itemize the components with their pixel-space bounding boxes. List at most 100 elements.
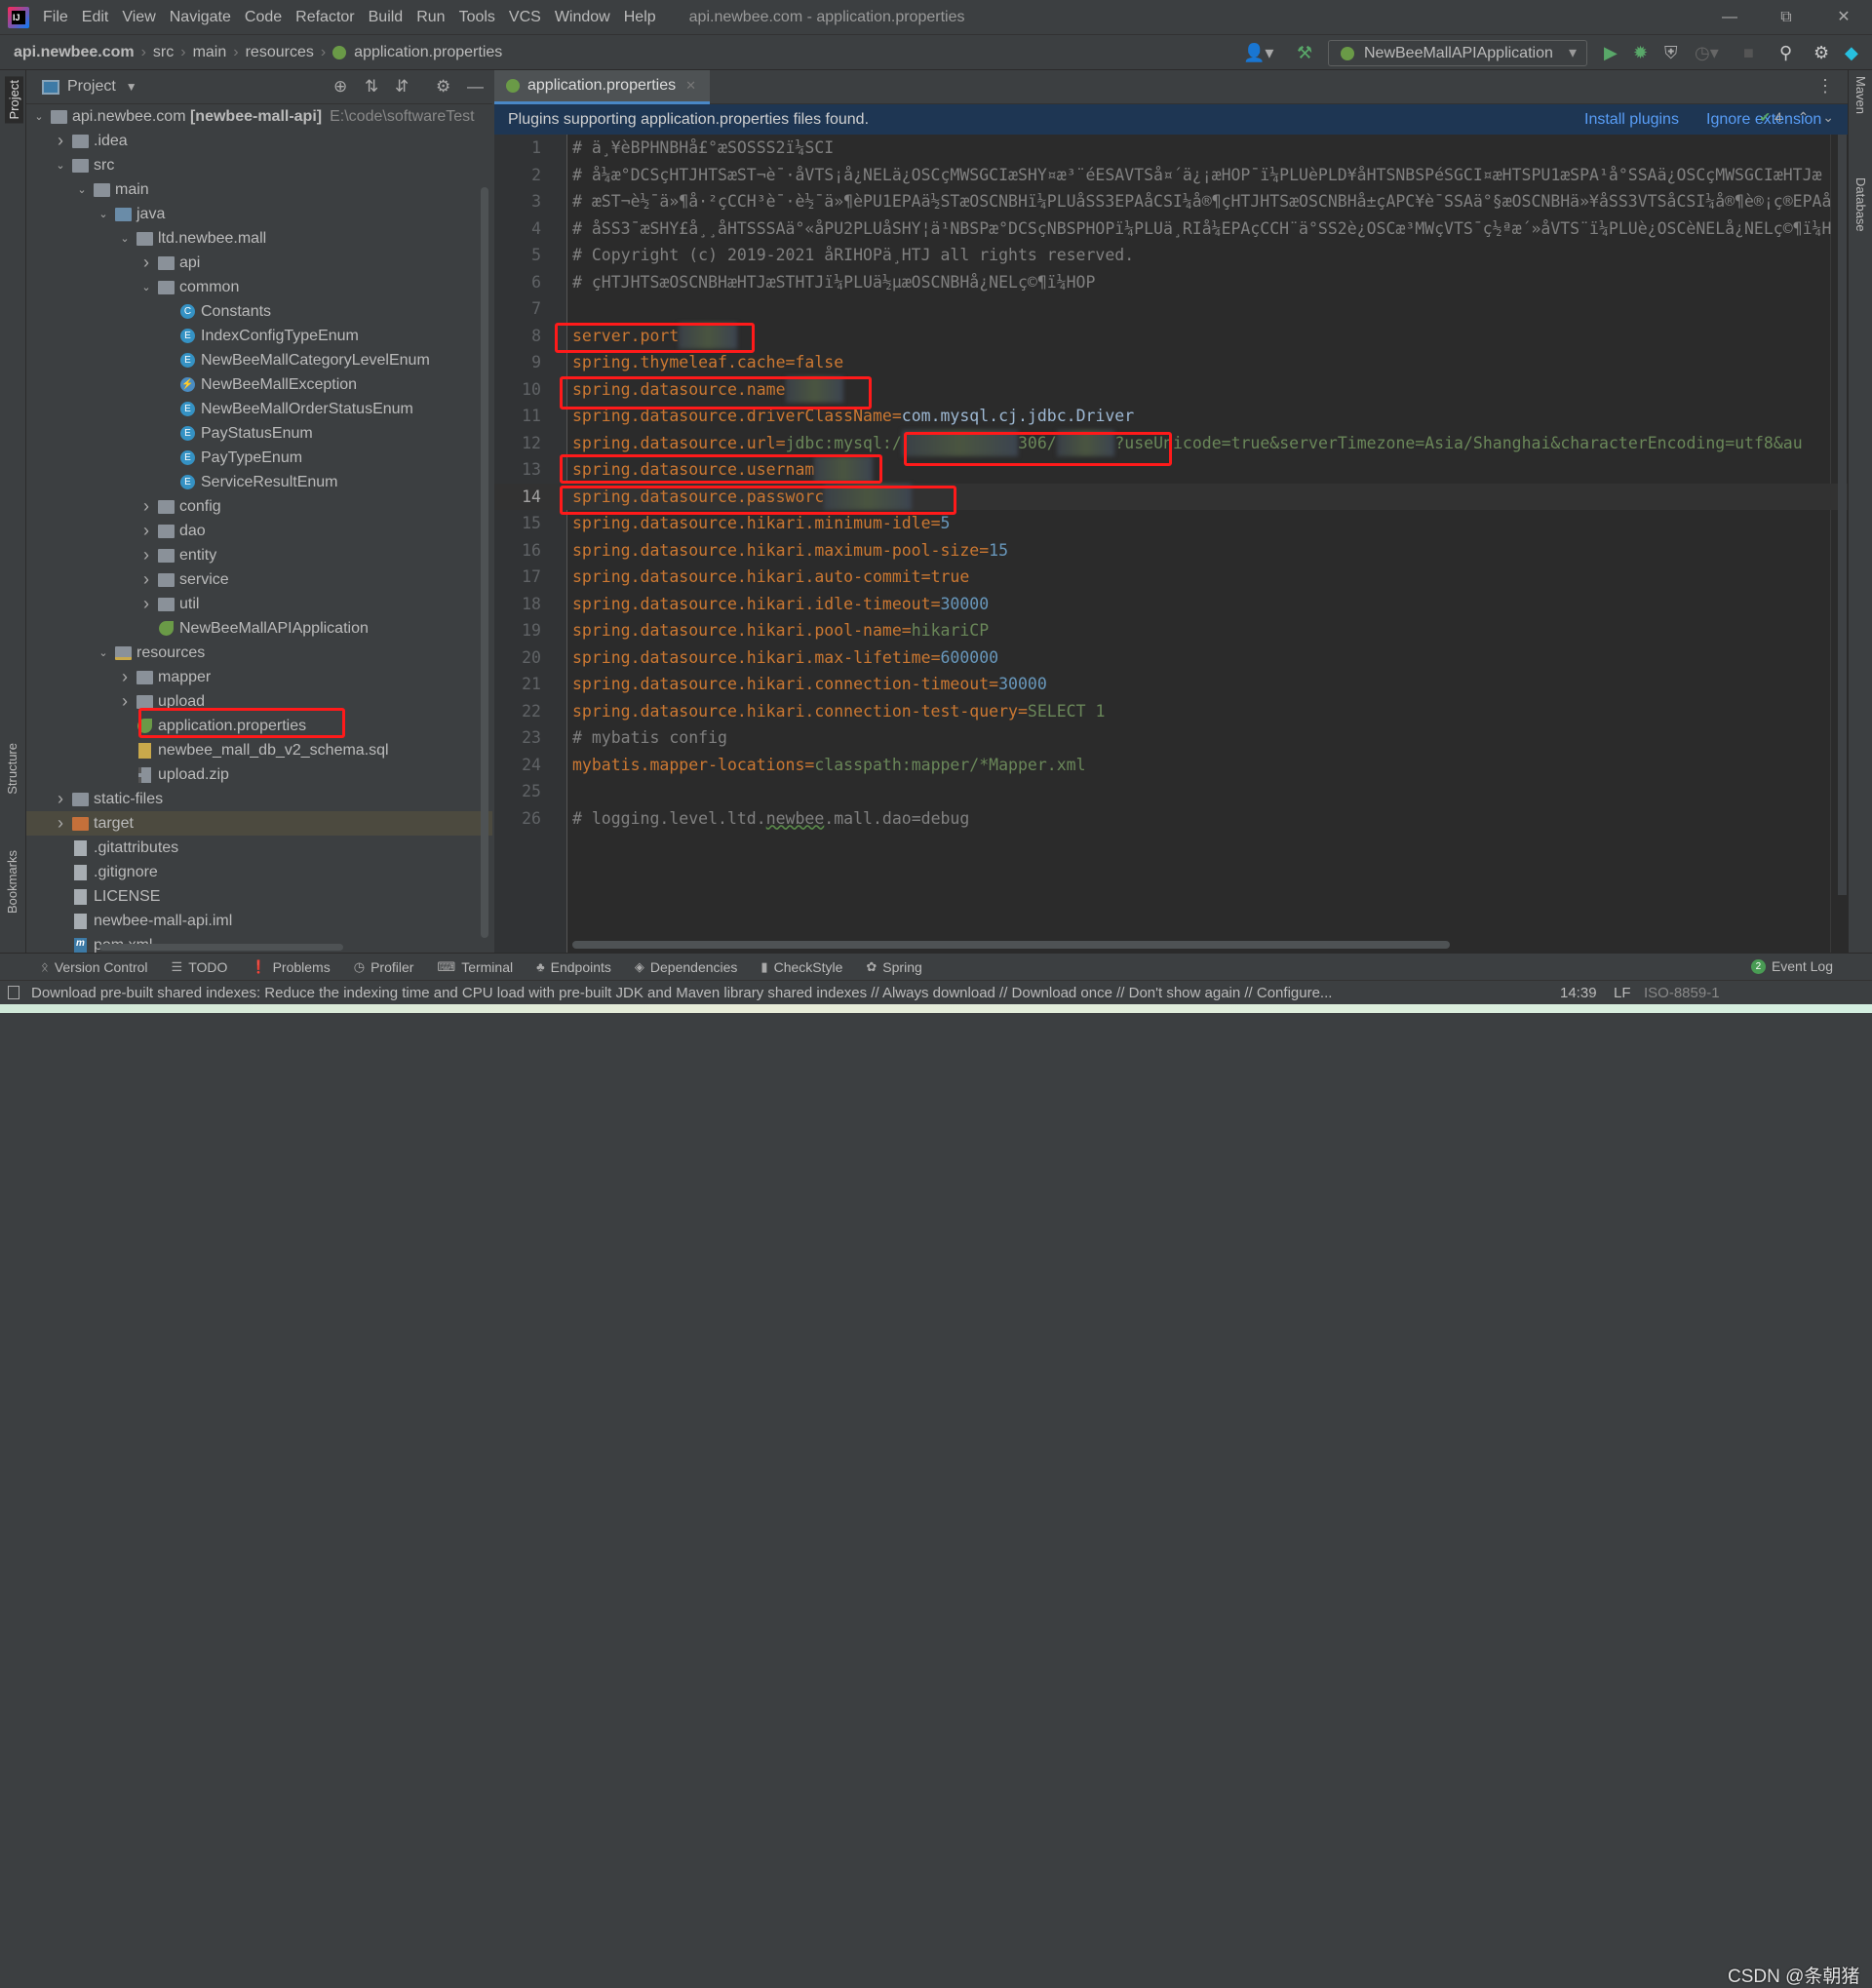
project-panel-title[interactable]: Project: [67, 78, 116, 96]
menu-vcs[interactable]: VCS: [509, 9, 541, 26]
tree-item[interactable]: › static-files: [26, 787, 492, 811]
chevron-down-icon[interactable]: ⌄: [30, 110, 48, 123]
tool-todo[interactable]: ☰ TODO: [172, 959, 228, 975]
search-icon[interactable]: ⚲: [1779, 42, 1792, 63]
breadcrumb-src[interactable]: src: [153, 44, 174, 61]
tool-endpoints[interactable]: ♣ Endpoints: [536, 959, 611, 975]
next-highlight-icon[interactable]: ⌄: [1822, 109, 1834, 125]
tool-profiler[interactable]: ◷ Profiler: [354, 959, 414, 975]
code-line[interactable]: 25: [494, 778, 1848, 805]
tree-item[interactable]: application.properties: [26, 714, 492, 738]
tree-item[interactable]: newbee_mall_db_v2_schema.sql: [26, 738, 492, 762]
breadcrumb-main[interactable]: main: [193, 44, 227, 61]
file-encoding[interactable]: ISO-8859-1: [1644, 985, 1720, 1001]
tool-spring[interactable]: ✿ Spring: [866, 959, 921, 975]
stop-icon[interactable]: ■: [1743, 42, 1754, 63]
tree-item[interactable]: .gitattributes: [26, 836, 492, 860]
breadcrumb-resources[interactable]: resources: [246, 44, 314, 61]
chevron-right-icon[interactable]: ›: [137, 521, 155, 541]
tree-item[interactable]: .gitignore: [26, 860, 492, 884]
code-line[interactable]: 3 # æST¬è½¯ä»¶å·²çCCH³è¯·è½¯ä»¶èPU1EPAä½S…: [494, 188, 1848, 215]
code-line[interactable]: 26 # logging.level.ltd.newbee.mall.dao=de…: [494, 805, 1848, 833]
tree-item[interactable]: › dao: [26, 519, 492, 543]
minimize-button[interactable]: —: [1701, 0, 1758, 34]
chevron-right-icon[interactable]: ›: [137, 569, 155, 590]
tool-version-control[interactable]: ᛟ Version Control: [41, 959, 148, 975]
tool-dependencies[interactable]: ◈ Dependencies: [635, 959, 738, 975]
tree-item[interactable]: ⌄ common: [26, 275, 492, 299]
menu-edit[interactable]: Edit: [82, 9, 109, 26]
coverage-icon[interactable]: ⛨: [1664, 42, 1678, 63]
tree-item[interactable]: E NewBeeMallOrderStatusEnum: [26, 397, 492, 421]
menu-refactor[interactable]: Refactor: [295, 9, 354, 26]
event-log-button[interactable]: 2 Event Log: [1750, 958, 1833, 974]
hide-panel-icon[interactable]: —: [467, 77, 484, 97]
code-line[interactable]: 12 spring.datasource.url=jdbc:mysql:/ 306…: [494, 429, 1848, 456]
tree-item[interactable]: E NewBeeMallCategoryLevelEnum: [26, 348, 492, 372]
menu-run[interactable]: Run: [416, 9, 445, 26]
breadcrumb-file[interactable]: application.properties: [354, 44, 502, 61]
debug-icon[interactable]: ✹: [1633, 42, 1648, 63]
chevron-down-icon[interactable]: ⌄: [73, 183, 91, 196]
code-line[interactable]: 2 # å¼æ°DCSçHTJHTSæST¬è¯·åVTS¡å¿NELä¿OSCç…: [494, 162, 1848, 189]
project-tool-button[interactable]: Project: [5, 76, 23, 124]
editor-vertical-scrollbar[interactable]: [1838, 135, 1847, 895]
inspection-widget[interactable]: ✔ 4 ⌃ ⌄: [1759, 109, 1834, 126]
chevron-right-icon[interactable]: ›: [116, 667, 134, 687]
tree-item[interactable]: › target: [26, 811, 492, 836]
tree-item[interactable]: › config: [26, 494, 492, 519]
toolbox-icon[interactable]: ◆: [1845, 42, 1858, 63]
code-line[interactable]: 8 server.port: [494, 322, 1848, 349]
tree-item[interactable]: newbee-mall-api.iml: [26, 909, 492, 933]
user-icon[interactable]: 👤▾: [1243, 42, 1273, 63]
tree-item[interactable]: › util: [26, 592, 492, 616]
chevron-down-icon[interactable]: ▼: [126, 80, 137, 94]
more-options-icon[interactable]: ⋮: [1816, 76, 1834, 97]
status-message[interactable]: Download pre-built shared indexes: Reduc…: [31, 985, 1332, 1001]
tree-item[interactable]: › service: [26, 567, 492, 592]
code-line[interactable]: 5 # Copyright (c) 2019-2021 åRIHOPä¸HTJ a…: [494, 242, 1848, 269]
chevron-right-icon[interactable]: ›: [52, 813, 69, 834]
code-line[interactable]: 14 spring.datasource.passworc: [494, 483, 1848, 510]
tree-item[interactable]: E IndexConfigTypeEnum: [26, 324, 492, 348]
chevron-down-icon[interactable]: ⌄: [52, 159, 69, 172]
close-tab-icon[interactable]: ✕: [685, 78, 696, 94]
chevron-right-icon[interactable]: ›: [137, 594, 155, 614]
code-line[interactable]: 6 # çHTJHTSæOSCNBHæHTJæSTHTJï¼PLUä½µæOSCN…: [494, 269, 1848, 296]
chevron-right-icon[interactable]: ›: [137, 496, 155, 517]
code-area[interactable]: 1 # ä¸¥èBPHNBHå£°æSOSSS2ï¼SCI 2 # å¼æ°DCSçH…: [494, 135, 1848, 832]
code-line[interactable]: 15 spring.datasource.hikari.minimum-idle=…: [494, 510, 1848, 537]
chevron-down-icon[interactable]: ⌄: [116, 232, 134, 245]
project-horizontal-scrollbar[interactable]: [99, 944, 343, 951]
menu-navigate[interactable]: Navigate: [170, 9, 231, 26]
settings-gear-icon[interactable]: ⚙: [436, 77, 450, 97]
notification-icon[interactable]: [8, 986, 20, 999]
code-line[interactable]: 18 spring.datasource.hikari.idle-timeout=…: [494, 591, 1848, 618]
tool-checkstyle[interactable]: ▮ CheckStyle: [760, 959, 842, 975]
close-window-button[interactable]: ✕: [1815, 0, 1872, 34]
tree-item[interactable]: ⌄ src: [26, 153, 492, 177]
expand-all-icon[interactable]: ⇅: [365, 77, 378, 97]
code-line[interactable]: 10 spring.datasource.name: [494, 375, 1848, 403]
code-line[interactable]: 7: [494, 295, 1848, 323]
tree-item[interactable]: ⌄ main: [26, 177, 492, 202]
menu-view[interactable]: View: [122, 9, 155, 26]
menu-file[interactable]: File: [43, 9, 68, 26]
code-line[interactable]: 13 spring.datasource.usernam: [494, 456, 1848, 484]
collapse-all-icon[interactable]: ⇵: [395, 77, 409, 97]
code-line[interactable]: 17 spring.datasource.hikari.auto-commit=t…: [494, 564, 1848, 591]
code-line[interactable]: 4 # åSS3¯æSHY£å¸¸åHTSSSAä°«åPU2PLUåSHY¦ä¹…: [494, 215, 1848, 243]
code-line[interactable]: 9 spring.thymeleaf.cache=false: [494, 349, 1848, 376]
tree-item[interactable]: ⌄ api.newbee.com [newbee-mall-api] E:\code…: [26, 104, 492, 129]
code-line[interactable]: 19 spring.datasource.hikari.pool-name=hik…: [494, 617, 1848, 644]
tree-item[interactable]: ⌄ ltd.newbee.mall: [26, 226, 492, 251]
project-vertical-scrollbar[interactable]: [481, 187, 488, 938]
chevron-down-icon[interactable]: ⌄: [95, 208, 112, 220]
editor-horizontal-scrollbar[interactable]: [572, 941, 1450, 949]
code-line[interactable]: 21 spring.datasource.hikari.connection-ti…: [494, 671, 1848, 698]
bookmarks-tool-button[interactable]: Bookmarks: [5, 850, 20, 914]
code-line[interactable]: 1 # ä¸¥èBPHNBHå£°æSOSSS2ï¼SCI: [494, 135, 1848, 162]
chevron-right-icon[interactable]: ›: [137, 545, 155, 565]
menu-help[interactable]: Help: [624, 9, 656, 26]
build-hammer-icon[interactable]: ⚒: [1297, 42, 1312, 63]
